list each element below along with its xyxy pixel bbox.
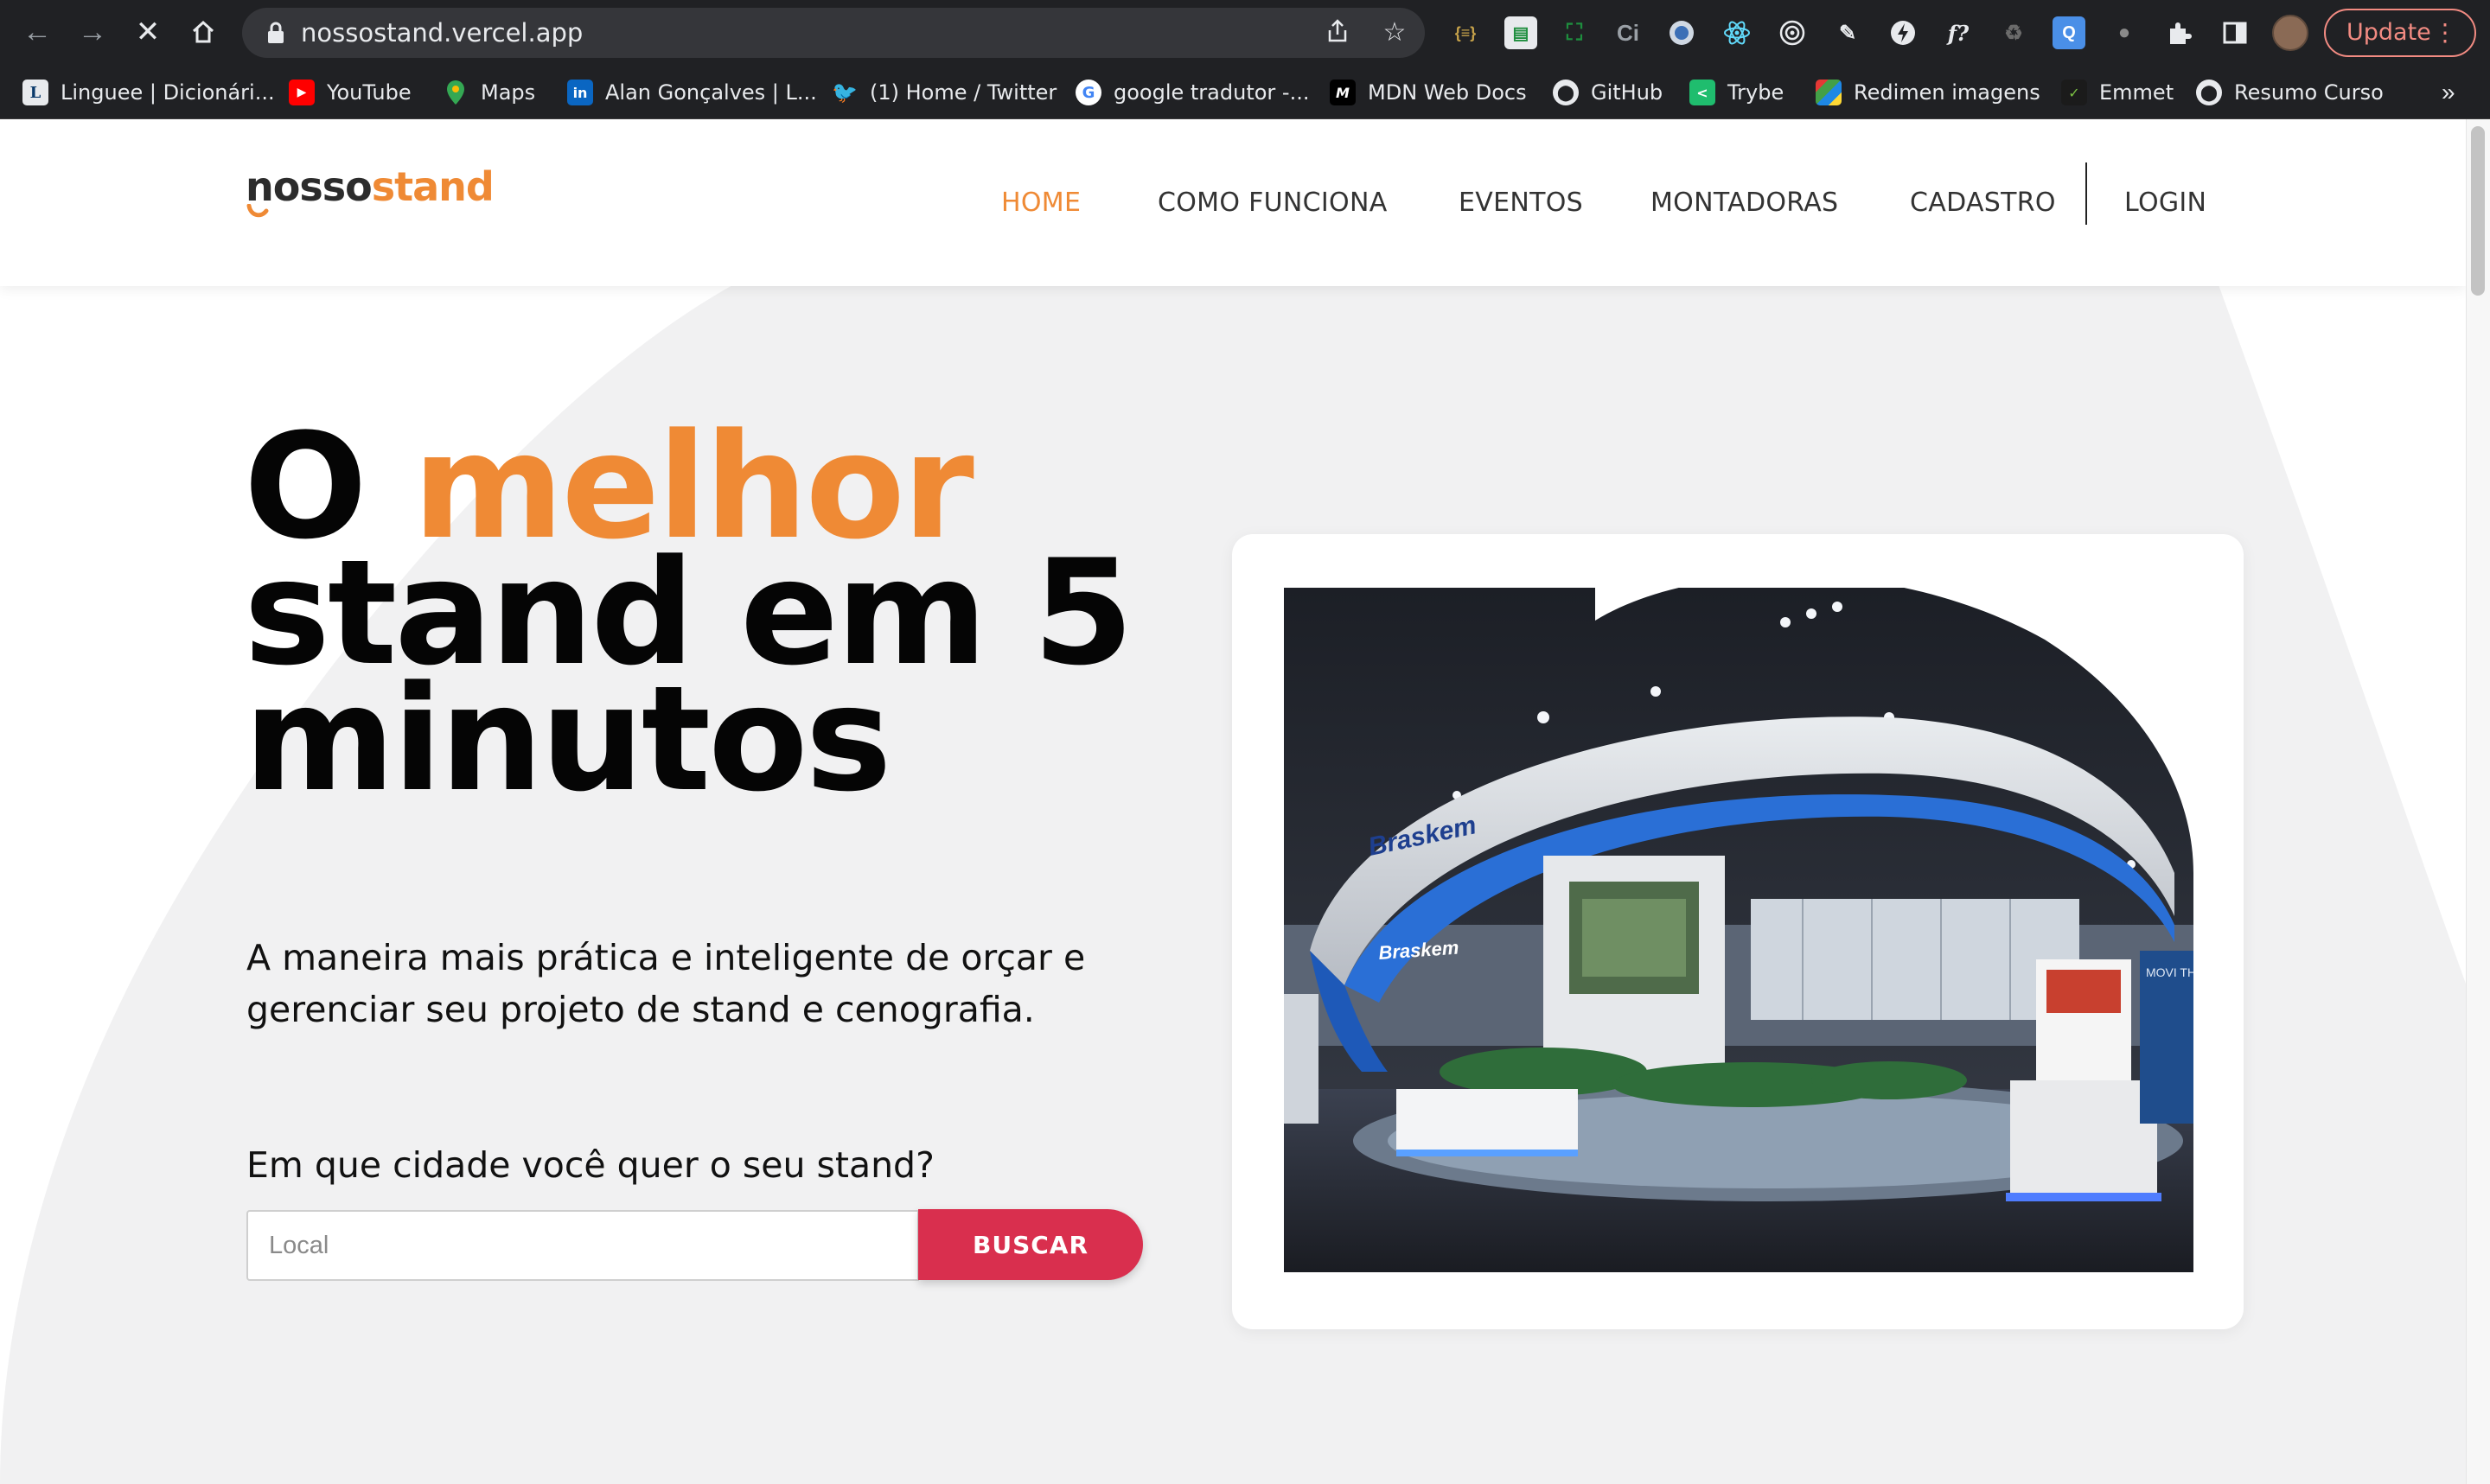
search-button[interactable]: BUSCAR xyxy=(918,1209,1143,1280)
bookmark-star-icon[interactable]: ☆ xyxy=(1380,18,1409,48)
ci-extension-icon[interactable]: Ci xyxy=(1612,16,1644,49)
search-extension-icon[interactable]: Q xyxy=(2053,16,2085,49)
nav-cadastro[interactable]: CADASTRO xyxy=(1910,175,2056,232)
home-icon[interactable] xyxy=(183,12,223,52)
sheet-extension-icon[interactable]: ▤ xyxy=(1504,16,1537,49)
site-logo[interactable]: nossostand xyxy=(246,161,495,218)
bookmark-label: Emmet xyxy=(2099,80,2174,105)
bottle-extension-icon[interactable]: ● xyxy=(2108,16,2141,49)
nav-divider xyxy=(2085,162,2087,225)
nav-login[interactable]: LOGIN xyxy=(2124,175,2206,232)
emmet-icon: ✓ xyxy=(2061,80,2087,105)
bookmark-label: Alan Gonçalves | L... xyxy=(605,80,817,105)
share-icon[interactable] xyxy=(1323,18,1352,48)
nav-montadoras[interactable]: MONTADORAS xyxy=(1650,175,1838,232)
profile-avatar[interactable] xyxy=(2272,15,2308,51)
google-icon: G xyxy=(1076,80,1101,105)
bookmark-label: Resumo Curso xyxy=(2234,80,2384,105)
update-button[interactable]: Update ⋮ xyxy=(2324,9,2476,57)
bookmark-label: Linguee | Dicionári... xyxy=(61,80,275,105)
puzzle-extensions-icon[interactable] xyxy=(2163,16,2196,49)
lock-icon xyxy=(266,22,285,48)
hero-title: O melhor stand em 5 minutos xyxy=(244,414,1178,812)
page-viewport: nossostand HOME COMO FUNCIONA EVENTOS MO… xyxy=(0,119,2490,1484)
nav-home[interactable]: HOME xyxy=(1001,175,1081,232)
linkedin-icon: in xyxy=(567,80,593,105)
bookmark-label: Redimen imagens xyxy=(1854,80,2040,105)
bookmark-linguee[interactable]: L Linguee | Dicionári... xyxy=(22,66,275,119)
side-panel-icon[interactable] xyxy=(2219,16,2251,49)
bookmark-label: GitHub xyxy=(1591,80,1663,105)
update-label: Update xyxy=(2346,19,2431,46)
pen-extension-icon[interactable]: ✎ xyxy=(1831,16,1864,49)
address-bar[interactable]: nossostand.vercel.app ☆ xyxy=(242,8,1425,58)
hero-title-rest: stand em 5 minutos xyxy=(244,528,1133,824)
bookmark-github[interactable]: ⬤ GitHub xyxy=(1553,66,1663,119)
mdn-icon: M xyxy=(1330,80,1356,105)
logo-swoosh-icon xyxy=(246,204,269,218)
hero-subtitle: A maneira mais prática e inteligente de … xyxy=(246,937,1086,1030)
bookmarks-bar: L Linguee | Dicionári... ▶ YouTube Maps … xyxy=(0,66,2490,119)
back-arrow-icon[interactable]: ← xyxy=(17,12,57,52)
youtube-icon: ▶ xyxy=(289,80,315,105)
lightning-extension-icon[interactable] xyxy=(1887,16,1919,49)
react-devtools-icon[interactable] xyxy=(1721,16,1753,49)
bookmark-linkedin[interactable]: in Alan Gonçalves | L... xyxy=(567,66,817,119)
nav-como-funciona[interactable]: COMO FUNCIONA xyxy=(1158,175,1388,232)
bookmark-google-tradutor[interactable]: G google tradutor -... xyxy=(1076,66,1309,119)
more-menu-icon[interactable]: ⋮ xyxy=(2433,10,2457,55)
bookmark-youtube[interactable]: ▶ YouTube xyxy=(289,66,412,119)
github-icon: ⬤ xyxy=(1553,80,1579,105)
bookmark-maps[interactable]: Maps xyxy=(443,66,535,119)
bookmark-resumo-curso[interactable]: ⬤ Resumo Curso xyxy=(2196,66,2384,119)
city-question: Em que cidade você quer o seu stand? xyxy=(246,1144,935,1186)
stand-photo: Braskem Braskem MOVI TH xyxy=(1284,588,2193,1272)
logo-text-part2: stand xyxy=(371,163,495,210)
bookmark-emmet[interactable]: ✓ Emmet xyxy=(2061,66,2174,119)
city-search-input[interactable] xyxy=(246,1210,919,1281)
forward-arrow-icon[interactable]: → xyxy=(73,12,112,52)
bookmark-label: (1) Home / Twitter xyxy=(870,80,1057,105)
bookmark-trybe[interactable]: < Trybe xyxy=(1689,66,1784,119)
bookmark-label: Trybe xyxy=(1727,80,1784,105)
trybe-icon: < xyxy=(1689,80,1715,105)
bookmark-mdn[interactable]: M MDN Web Docs xyxy=(1330,66,1527,119)
bookmark-label: YouTube xyxy=(327,80,412,105)
stop-loading-icon[interactable]: ✕ xyxy=(128,12,168,52)
bookmark-label: MDN Web Docs xyxy=(1368,80,1527,105)
function-extension-icon[interactable]: f? xyxy=(1942,16,1975,49)
maps-icon xyxy=(443,80,469,105)
bookmark-redimen[interactable]: Redimen imagens xyxy=(1816,66,2040,119)
recycle-extension-icon[interactable]: ♻ xyxy=(1997,16,2030,49)
linguee-icon: L xyxy=(22,80,48,105)
nav-eventos[interactable]: EVENTOS xyxy=(1459,175,1583,232)
screenshot-extension-icon[interactable]: ⛶ xyxy=(1558,16,1591,49)
bookmark-label: google tradutor -... xyxy=(1114,80,1310,105)
grid-icon xyxy=(1816,80,1842,105)
site-header: nossostand HOME COMO FUNCIONA EVENTOS MO… xyxy=(0,119,2466,286)
drop-extension-icon[interactable] xyxy=(1665,16,1698,49)
bookmark-twitter[interactable]: 🐦 (1) Home / Twitter xyxy=(832,66,1057,119)
url-text[interactable]: nossostand.vercel.app xyxy=(301,8,583,58)
stand-photo-card: Braskem Braskem MOVI TH xyxy=(1232,534,2244,1329)
bookmarks-overflow-icon[interactable]: » xyxy=(2442,66,2455,119)
bookmark-label: Maps xyxy=(481,80,536,105)
page-scrollbar-track[interactable] xyxy=(2466,119,2490,1484)
target-extension-icon[interactable] xyxy=(1776,16,1809,49)
json-extension-icon[interactable]: {≡} xyxy=(1449,16,1482,49)
photo-wall-text: MOVI THE W FORW xyxy=(2146,965,2193,979)
logo-text-part1: nosso xyxy=(246,163,373,210)
page-scrollbar-thumb[interactable] xyxy=(2471,126,2485,296)
twitter-icon: 🐦 xyxy=(832,80,858,105)
browser-toolbar: ← → ✕ nossostand.vercel.app ☆ {≡} ▤ ⛶ Ci… xyxy=(0,0,2490,66)
github-icon: ⬤ xyxy=(2196,80,2222,105)
